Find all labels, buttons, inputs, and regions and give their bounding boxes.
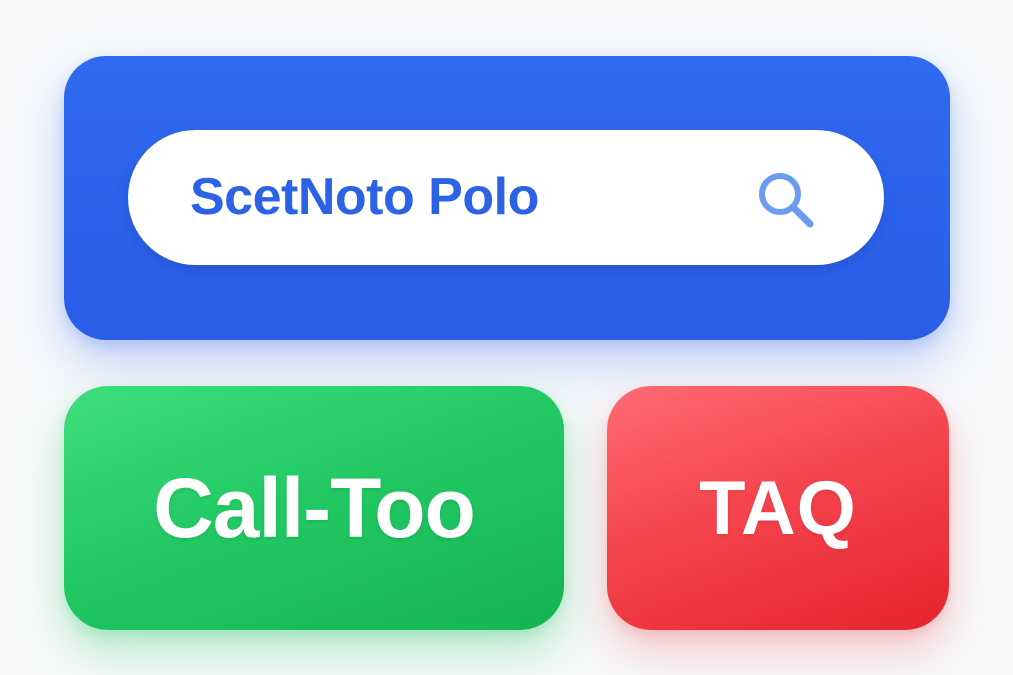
search-input-value: ScetNoto Polo	[190, 168, 539, 226]
taq-button[interactable]: TAQ	[607, 386, 949, 630]
call-too-label: Call-Too	[153, 460, 476, 555]
search-icon[interactable]	[750, 167, 828, 233]
search-panel: ScetNoto Polo	[64, 56, 950, 340]
taq-label: TAQ	[699, 465, 857, 551]
search-input[interactable]: ScetNoto Polo	[128, 130, 884, 265]
call-too-button[interactable]: Call-Too	[64, 386, 564, 630]
